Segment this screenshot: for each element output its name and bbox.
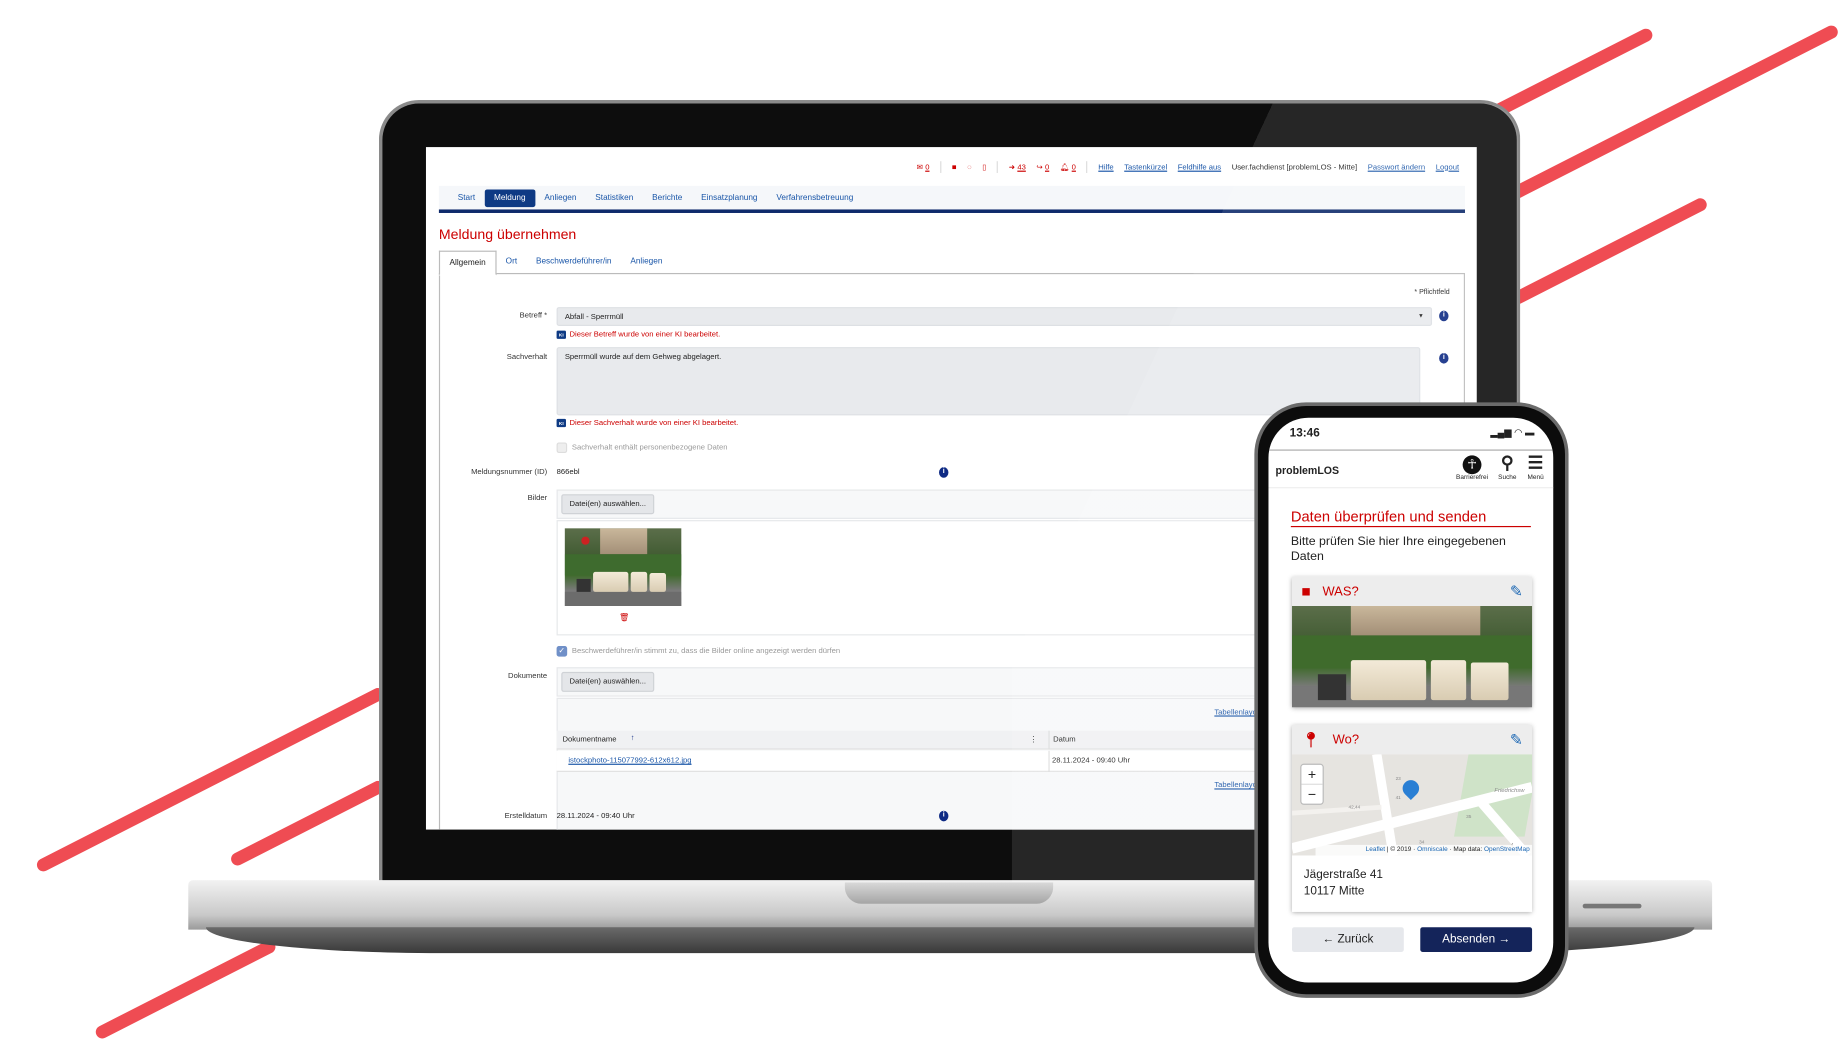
info-icon[interactable]: i [939,467,949,478]
decor-stripe [93,938,278,1041]
menu-button[interactable]: ☰ Menü [1523,453,1549,481]
consent-checkbox[interactable]: ✓ Beschwerdeführer/in stimmt zu, dass die… [556,646,840,657]
zoom-in-button[interactable]: + [1301,765,1323,785]
comment-icon[interactable]: ◌ [967,163,972,171]
nav-start[interactable]: Start [448,189,484,207]
wo-title: Wo? [1332,732,1360,747]
nav-einsatzplanung[interactable]: Einsatzplanung [692,189,767,207]
info-icon[interactable]: i [1439,353,1449,364]
top-toolbar: ✉ 0 ■ ◌ ▯ ➜ 43 ↪ 0 🔔︎ 0 Hilfe Tastenkürz… [917,161,1459,173]
shortcuts-link[interactable]: Tastenkürzel [1124,163,1167,171]
bilder-label: Bilder [527,494,548,503]
edit-pencil-icon[interactable]: ✎ [1510,582,1523,601]
choose-documents-button[interactable]: Datei(en) auswählen... [561,671,655,692]
search-button[interactable]: ⚲ Suche [1494,453,1520,481]
brand-logo: problemLOS [1275,464,1340,477]
info-icon[interactable]: i [1439,310,1449,322]
logout-link[interactable]: Logout [1436,163,1459,171]
tab-allgemein[interactable]: Allgemein [438,250,497,276]
decor-stripe [1509,196,1709,307]
nav-berichte[interactable]: Berichte [643,189,692,207]
was-title: WAS? [1322,584,1359,599]
sachverhalt-label: Sachverhalt [506,353,548,362]
bell-link[interactable]: 🔔︎ 0 [1060,162,1076,172]
address: Jägerstraße 41 10117 Mitte [1303,868,1383,898]
search-icon: ⚲ [1500,453,1514,474]
id-label: Meldungsnummer (ID) [471,468,548,477]
decor-stripe [1491,26,1655,119]
required-note: * Pflichtfeld [1414,289,1450,297]
status-time: 13:46 [1289,427,1320,441]
erstelldatum-value: 28.11.2024 - 09:40 Uhr [556,811,635,821]
id-value: 866ebl [556,468,580,477]
phone-screen: 13:46 ▂▄▆ ◠ ▬ problemLOS ☥ Barrierefrei … [1268,417,1554,983]
map[interactable]: 23 41 42,44 35 34 4 Friedrichsw + − Leaf… [1292,754,1533,856]
laptop-slot [1582,903,1642,909]
nav-verfahrensbetreuung[interactable]: Verfahrensbetreuung [767,189,863,207]
ki-note: KI Dieser Betreff wurde von einer KI bear… [556,330,720,339]
choose-images-button[interactable]: Datei(en) auswählen... [561,494,655,515]
ki-note: KI Dieser Sachverhalt wurde von einer KI … [556,418,738,428]
mail-link[interactable]: ✉ 0 [917,162,930,172]
info-icon[interactable]: i [939,810,949,822]
edit-pencil-icon[interactable]: ✎ [1510,730,1523,749]
nav-anliegen[interactable]: Anliegen [535,189,586,207]
accessibility-button[interactable]: ☥ Barrierefrei [1454,455,1489,481]
user-label: User.fachdienst [problemLOS - Mitte] [1231,162,1358,172]
dokumente-label: Dokumente [508,671,548,681]
share-link[interactable]: ↪ 0 [1036,162,1049,172]
nav-statistiken[interactable]: Statistiken [586,189,643,207]
uploaded-photo[interactable] [564,528,682,607]
was-photo [1292,606,1533,708]
submit-button[interactable]: Absenden → [1420,927,1533,952]
sort-up-icon[interactable]: ↑ [631,734,635,742]
field-help-link[interactable]: Feldhilfe aus [1178,163,1221,171]
personal-data-checkbox[interactable]: Sachverhalt enthält personenbezogene Dat… [556,442,728,454]
nav-meldung[interactable]: Meldung [484,188,535,207]
help-link[interactable]: Hilfe [1098,163,1113,171]
betreff-select[interactable]: Abfall - Sperrmüll ▼ [556,307,1433,326]
decor-stripe [1509,23,1841,201]
map-attribution: Leaflet | © 2019 · Omniscale · Map data:… [1315,844,1533,856]
column-menu-icon[interactable]: ⋮ [1030,734,1038,743]
decor-stripe [228,778,387,868]
sign-in-link[interactable]: ➜ 43 [1009,162,1026,172]
chevron-down-icon: ▼ [1417,313,1424,321]
form-tabs: Allgemein Ort Beschwerdeführer/in Anlieg… [438,250,672,276]
document-icon[interactable]: ▯ [982,162,986,172]
back-button[interactable]: ← Zurück [1292,927,1404,952]
main-nav: Start Meldung Anliegen Statistiken Beric… [438,185,1465,213]
column-dokumentname[interactable]: Dokumentname [562,735,616,743]
delete-image-icon[interactable]: 🗑︎ [619,613,629,622]
was-card: ■ WAS? ✎ [1292,576,1533,708]
folder-icon[interactable]: ■ [952,163,957,171]
decor-stripe [34,685,387,874]
tab-beschwerdefuehrer[interactable]: Beschwerdeführer/in [527,251,621,276]
page-title: Meldung übernehmen [438,225,577,243]
map-pin-icon: 📍︎ [1301,730,1321,748]
document-date: 28.11.2024 - 09:40 Uhr [1051,756,1131,765]
column-datum[interactable]: Datum [1053,735,1076,743]
menu-icon: ☰ [1527,453,1544,474]
document-link[interactable]: istockphoto-115077992-612x612.jpg [568,757,691,765]
phone-header: problemLOS ☥ Barrierefrei ⚲ Suche ☰ Menü [1268,449,1554,489]
tab-ort[interactable]: Ort [496,251,526,276]
wo-card: 📍︎Wo?✎ 23 41 42,44 35 34 4 Friedrichsw + [1292,724,1533,912]
phone-subtitle: Bitte prüfen Sie hier Ihre eingegebenen … [1290,534,1506,564]
tab-anliegen[interactable]: Anliegen [621,251,672,276]
zoom-out-button[interactable]: − [1301,785,1322,804]
erstelldatum-label: Erstelldatum [504,811,548,821]
change-password-link[interactable]: Passwort ändern [1368,163,1425,171]
status-icons: ▂▄▆ ◠ ▬ [1490,427,1535,438]
phone-title: Daten überprüfen und senden [1290,508,1531,528]
betreff-label: Betreff * [519,311,548,321]
comment-icon: ■ [1301,582,1311,601]
accessibility-icon: ☥ [1462,455,1482,475]
laptop-notch [844,882,1054,904]
